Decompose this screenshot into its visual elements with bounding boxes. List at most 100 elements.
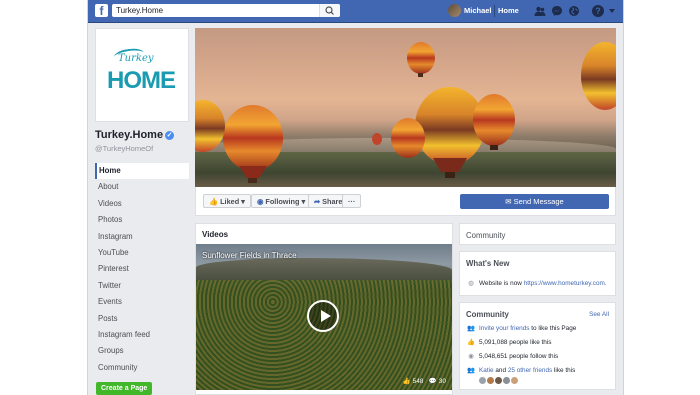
balloon-large-left (223, 105, 283, 183)
search-button[interactable] (319, 4, 340, 17)
create-page-button[interactable]: Create a Page (96, 382, 153, 395)
whats-new-row: ◍ Website is now https://www.hometurkey.c… (466, 279, 607, 287)
likes-row: 👍 5,091,088 people like this (466, 338, 551, 346)
videos-section: Videos Sunflower Fields in Thrace 👍 548 … (195, 223, 453, 395)
website-link[interactable]: https://www.hometurkey.com. (524, 280, 607, 287)
help-icon[interactable]: ? (592, 5, 604, 17)
page-menu: Home About Videos Photos Instagram YouTu… (95, 163, 189, 376)
messenger-icon[interactable] (551, 5, 563, 17)
search-box (112, 4, 340, 17)
whats-new-box: What's New ◍ Website is now https://www.h… (459, 251, 616, 296)
following-button[interactable]: ◉ Following ▾ (251, 194, 312, 208)
video-hills (196, 258, 452, 280)
menu-item-youtube[interactable]: YouTube (95, 245, 189, 261)
video-sunflower-field (196, 280, 452, 390)
invite-row: 👥 Invite your friends to like this Page (466, 324, 576, 332)
more-label: ··· (348, 197, 356, 206)
profile-link[interactable]: Michael (464, 6, 492, 15)
avatar[interactable] (511, 377, 518, 384)
menu-item-instagram-feed[interactable]: Instagram feed (95, 327, 189, 343)
follows-count-text: 5,048,651 people follow this (479, 353, 559, 360)
menu-item-community[interactable]: Community (95, 360, 189, 376)
whats-new-title: What's New (466, 259, 510, 268)
friends-like-text: like this (554, 367, 576, 374)
whats-new-text: Website is now (479, 280, 522, 287)
balloon-small-top (407, 42, 435, 77)
page-title[interactable]: Turkey.Home (95, 129, 163, 141)
left-column: Turkey HOME Turkey.Home ✓ @TurkeyHomeOf H… (95, 28, 189, 395)
send-message-button[interactable]: ✉ Send Message (460, 194, 609, 209)
video-like-count: 548 (412, 378, 424, 385)
menu-item-about[interactable]: About (95, 179, 189, 195)
menu-item-posts[interactable]: Posts (95, 311, 189, 327)
video-thumbnail[interactable]: Sunflower Fields in Thrace 👍 548 💬 30 (196, 244, 452, 390)
globe-notifications-icon[interactable] (568, 5, 580, 17)
like-count-icon: 👍 (402, 378, 413, 385)
video-stats: 👍 548 💬 30 (403, 377, 446, 385)
menu-item-videos[interactable]: Videos (95, 196, 189, 212)
community-tab-box: Community (459, 223, 616, 245)
invite-text: to like this Page (531, 325, 577, 332)
avatar[interactable] (448, 4, 461, 17)
balloon-center-left (391, 118, 425, 158)
messenger-icon: ✉ (505, 197, 514, 206)
account-menu-caret-icon[interactable] (609, 9, 615, 13)
thumbs-up-icon: 👍 (209, 197, 219, 206)
videos-heading[interactable]: Videos (202, 230, 228, 239)
logo-word-text: HOME (107, 67, 176, 94)
avatar[interactable] (487, 377, 494, 384)
community-tab-label[interactable]: Community (466, 231, 505, 240)
community-title[interactable]: Community (466, 310, 509, 319)
page-handle[interactable]: @TurkeyHomeOf (95, 144, 189, 153)
balloon-tiny (372, 133, 382, 145)
thumbs-up-icon: 👍 (467, 339, 475, 346)
invite-friends-link[interactable]: Invite your friends (479, 325, 529, 332)
search-icon (325, 6, 334, 15)
liked-label: Liked (220, 197, 240, 206)
menu-item-events[interactable]: Events (95, 294, 189, 310)
page-profile-picture[interactable]: Turkey HOME (95, 28, 189, 122)
menu-item-home[interactable]: Home (95, 163, 189, 180)
friends-icon: 👥 (467, 367, 475, 374)
following-label: Following (265, 197, 300, 206)
liked-button[interactable]: 👍 Liked ▾ (203, 194, 251, 208)
page-title-row: Turkey.Home ✓ (95, 129, 189, 141)
avatar[interactable] (479, 377, 486, 384)
logo-script-text: Turkey (118, 53, 154, 64)
menu-item-groups[interactable]: Groups (95, 343, 189, 359)
other-friends-link[interactable]: 25 other friends (508, 367, 552, 374)
hot-air-balloons-illustration (195, 42, 616, 183)
play-button-icon[interactable] (307, 300, 339, 332)
search-input[interactable] (114, 4, 323, 17)
friend-requests-icon[interactable] (534, 5, 546, 17)
likes-count-text: 5,091,088 people like this (479, 339, 552, 346)
balloon-large-center (415, 87, 485, 178)
avatar[interactable] (503, 377, 510, 384)
video-comment-count: 30 (438, 378, 446, 385)
cover-photo[interactable] (195, 28, 616, 187)
send-message-label: Send Message (513, 197, 564, 206)
browser-frame: f Michael Home ? (87, 0, 624, 395)
friend-name-link[interactable]: Katie (479, 367, 494, 374)
menu-item-pinterest[interactable]: Pinterest (95, 261, 189, 277)
globe-icon: ◍ (468, 280, 474, 287)
community-box: Community See All 👥 Invite your friends t… (459, 302, 616, 390)
friends-and-text: and (495, 367, 507, 374)
invite-friends-icon: 👥 (467, 325, 475, 332)
facebook-logo-icon[interactable]: f (95, 4, 108, 17)
nav-divider (494, 5, 495, 17)
menu-item-photos[interactable]: Photos (95, 212, 189, 228)
page-action-bar: 👍 Liked ▾ ◉ Following ▾ ➦ Share ··· ✉ Send … (195, 187, 616, 216)
home-link[interactable]: Home (498, 6, 519, 15)
avatar[interactable] (495, 377, 502, 384)
menu-item-twitter[interactable]: Twitter (95, 278, 189, 294)
balloon-left-edge (195, 100, 225, 152)
see-all-link[interactable]: See All (589, 311, 609, 318)
balloon-right-edge (581, 42, 616, 110)
more-button[interactable]: ··· (342, 194, 362, 208)
verified-badge-icon: ✓ (165, 130, 175, 140)
menu-item-instagram[interactable]: Instagram (95, 229, 189, 245)
video-title[interactable]: Sunflower Fields in Thrace (202, 251, 297, 260)
comment-count-icon: 💬 (428, 378, 439, 385)
friend-avatars (479, 377, 519, 384)
